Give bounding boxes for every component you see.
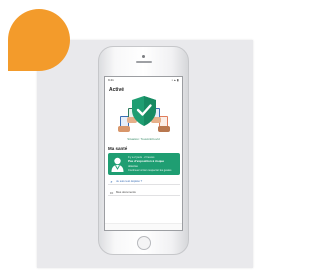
card-status: Pas d'exposition à risque (128, 159, 165, 163)
phone-frame: 9:41 ▪ ▴ ▮ Activé Situation: TousAntiCov… (98, 46, 189, 255)
tab-bar (105, 223, 182, 230)
search-icon: ⌕ (110, 178, 113, 184)
card-advice: Continuez à bien respecter les gestes (128, 169, 172, 172)
screen-title: Activé (109, 87, 125, 93)
status-icons: ▪ ▴ ▮ (171, 77, 179, 82)
status-time: 9:41 (108, 77, 114, 82)
documents-row[interactable]: ▭ Mes documents (108, 189, 180, 196)
hero-caption: Situation: TousAntiCovid (127, 137, 160, 141)
doctor-icon (111, 157, 124, 172)
section-title: Ma santé (108, 146, 128, 151)
home-button[interactable] (137, 236, 151, 250)
document-icon: ▭ (109, 189, 114, 195)
documents-row-label: Mes documents (116, 190, 136, 194)
status-bar: 9:41 ▪ ▴ ▮ (105, 77, 182, 83)
camera-dot (142, 55, 145, 58)
health-status-card[interactable]: Il y a 2 jours · 2 heures Pas d'expositi… (108, 153, 180, 175)
test-row[interactable]: ⌕ Je suis test dépisté ? (108, 178, 180, 185)
speaker-slot (136, 61, 152, 63)
phone-screen: 9:41 ▪ ▴ ▮ Activé Situation: TousAntiCov… (104, 76, 183, 231)
orange-decoration (8, 9, 70, 71)
card-status-detail: détectée (128, 165, 138, 168)
hero-illustration (118, 96, 170, 132)
test-row-label: Je suis test dépisté ? (116, 179, 143, 183)
